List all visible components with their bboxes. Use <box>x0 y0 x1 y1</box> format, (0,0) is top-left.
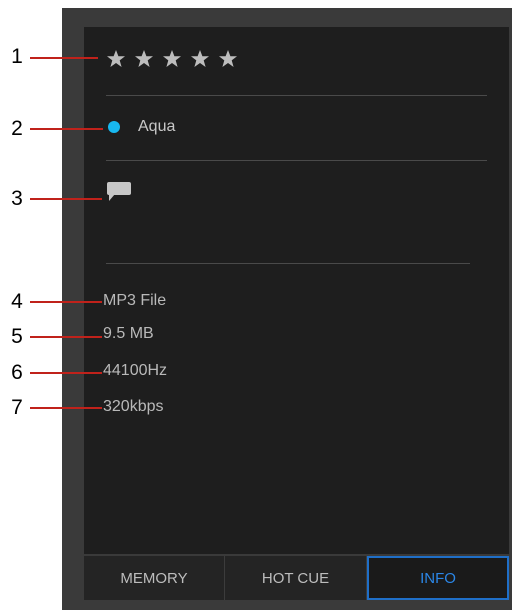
callout-line <box>30 301 102 303</box>
comment-icon[interactable] <box>106 181 132 203</box>
callout-number: 1 <box>11 45 23 68</box>
callout-number: 5 <box>11 325 23 348</box>
tab-bar: MEMORY HOT CUE INFO <box>84 556 509 600</box>
star-icon-2[interactable] <box>134 49 154 69</box>
callout-line <box>30 128 103 130</box>
callout-line <box>30 57 98 59</box>
sample-rate: 44100Hz <box>103 362 168 379</box>
callout-number: 2 <box>11 117 23 140</box>
tab-memory[interactable]: MEMORY <box>84 556 225 600</box>
callout-number: 7 <box>11 396 23 419</box>
star-icon-4[interactable] <box>190 49 210 69</box>
color-tag[interactable]: Aqua <box>108 116 175 138</box>
callout-line <box>30 372 102 374</box>
file-size: 9.5 MB <box>103 325 154 342</box>
callout-line <box>30 198 102 200</box>
file-type: MP3 File <box>103 292 167 309</box>
callout-line <box>30 336 102 338</box>
divider <box>106 95 487 96</box>
star-icon-5[interactable] <box>218 49 238 69</box>
tab-hot-cue[interactable]: HOT CUE <box>225 556 367 600</box>
rating-stars[interactable] <box>106 49 238 75</box>
bitrate: 320kbps <box>103 398 164 415</box>
callout-number: 3 <box>11 187 23 210</box>
divider <box>106 263 470 264</box>
tab-info[interactable]: INFO <box>367 556 509 600</box>
color-dot-icon <box>108 121 120 133</box>
color-name: Aqua <box>138 118 176 135</box>
callout-number: 6 <box>11 361 23 384</box>
divider <box>106 160 487 161</box>
callout-line <box>30 407 102 409</box>
star-icon-3[interactable] <box>162 49 182 69</box>
callout-number: 4 <box>11 290 23 313</box>
star-icon-1[interactable] <box>106 49 126 69</box>
